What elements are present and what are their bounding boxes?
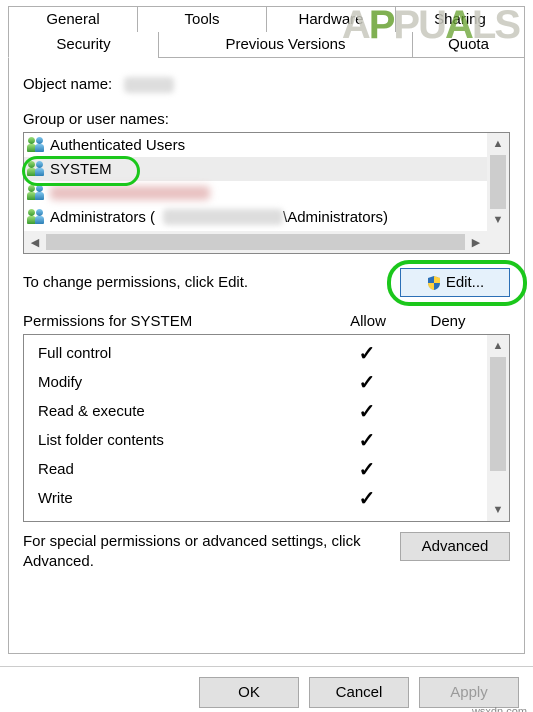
dialog-button-row: OK Cancel Apply [0, 666, 533, 712]
group-icon [28, 137, 46, 153]
tab-previous-versions[interactable]: Previous Versions [158, 32, 412, 58]
perm-allow-check-icon [327, 457, 407, 482]
group-row-authenticated-users[interactable]: Authenticated Users [24, 133, 487, 157]
group-icon [28, 185, 46, 201]
edit-permissions-text: To change permissions, click Edit. [23, 274, 248, 291]
object-name-label: Object name: [23, 76, 112, 93]
scroll-thumb[interactable] [46, 234, 465, 250]
tab-row-2: Security Previous Versions Quota [8, 32, 525, 58]
group-icon [28, 209, 46, 225]
perm-row: Modify [38, 368, 487, 397]
edit-button[interactable]: Edit... [400, 268, 510, 297]
security-tab-panel: Object name: Group or user names: Authen… [8, 58, 525, 654]
perm-row: Write [38, 484, 487, 513]
perm-row: Full control [38, 339, 487, 368]
perm-allow-check-icon [327, 428, 407, 453]
group-list-vscroll[interactable]: ▲ ▼ [487, 133, 509, 231]
permissions-header: Permissions for SYSTEM Allow Deny [23, 313, 510, 330]
group-icon [28, 161, 46, 177]
permissions-for-label: Permissions for SYSTEM [23, 313, 328, 330]
scroll-up-icon[interactable]: ▲ [487, 335, 509, 357]
group-name-suffix: \Administrators) [283, 209, 388, 226]
group-row-hidden[interactable] [24, 181, 487, 205]
allow-column-header: Allow [328, 313, 408, 330]
scroll-corner [487, 231, 509, 253]
footer-watermark: wsxdn.com [472, 706, 527, 712]
tab-security[interactable]: Security [8, 32, 158, 58]
group-list-hscroll[interactable]: ◀ ▶ [24, 231, 487, 253]
perm-name: Full control [38, 345, 327, 362]
perm-name: Read [38, 461, 327, 478]
perm-name: Write [38, 490, 327, 507]
ok-button[interactable]: OK [199, 677, 299, 708]
tab-sharing[interactable]: Sharing [395, 6, 525, 33]
advanced-button[interactable]: Advanced [400, 532, 510, 561]
perm-row: Read & execute [38, 397, 487, 426]
uac-shield-icon [426, 275, 442, 291]
perm-allow-check-icon [327, 370, 407, 395]
scroll-thumb[interactable] [490, 357, 506, 471]
perm-row: Read [38, 455, 487, 484]
permissions-vscroll[interactable]: ▲ ▼ [487, 335, 509, 521]
scroll-down-icon[interactable]: ▼ [487, 499, 509, 521]
perm-name: Read & execute [38, 403, 327, 420]
perm-allow-check-icon [327, 486, 407, 511]
tab-general[interactable]: General [8, 6, 137, 33]
group-list[interactable]: Authenticated Users SYSTEM [23, 132, 510, 254]
scroll-thumb[interactable] [490, 155, 506, 209]
tab-quota[interactable]: Quota [412, 32, 525, 58]
scroll-left-icon[interactable]: ◀ [24, 231, 46, 253]
tab-hardware[interactable]: Hardware [266, 6, 395, 33]
group-row-system[interactable]: SYSTEM [24, 157, 487, 181]
perm-allow-check-icon [327, 341, 407, 366]
perm-row: List folder contents [38, 426, 487, 455]
scroll-down-icon[interactable]: ▼ [487, 209, 509, 231]
apply-button[interactable]: Apply [419, 677, 519, 708]
object-name-value [124, 77, 174, 93]
group-row-administrators[interactable]: Administrators ( \Administrators) [24, 205, 487, 229]
scroll-right-icon[interactable]: ▶ [465, 231, 487, 253]
perm-allow-check-icon [327, 399, 407, 424]
group-name: Authenticated Users [50, 137, 185, 154]
perm-name: List folder contents [38, 432, 327, 449]
advanced-text: For special permissions or advanced sett… [23, 532, 388, 573]
group-list-label: Group or user names: [23, 111, 510, 128]
cancel-button[interactable]: Cancel [309, 677, 409, 708]
group-name-prefix: Administrators ( [50, 209, 155, 226]
permissions-list: Full control Modify Read & execute List … [23, 334, 510, 522]
scroll-up-icon[interactable]: ▲ [487, 133, 509, 155]
tab-row-1: General Tools Hardware Sharing [8, 6, 525, 33]
perm-name: Modify [38, 374, 327, 391]
deny-column-header: Deny [408, 313, 488, 330]
edit-button-label: Edit... [446, 274, 484, 291]
group-name-blurred [50, 186, 210, 200]
tab-tools[interactable]: Tools [137, 6, 266, 33]
group-name: SYSTEM [50, 161, 112, 178]
group-name-blurred-part [163, 209, 283, 225]
